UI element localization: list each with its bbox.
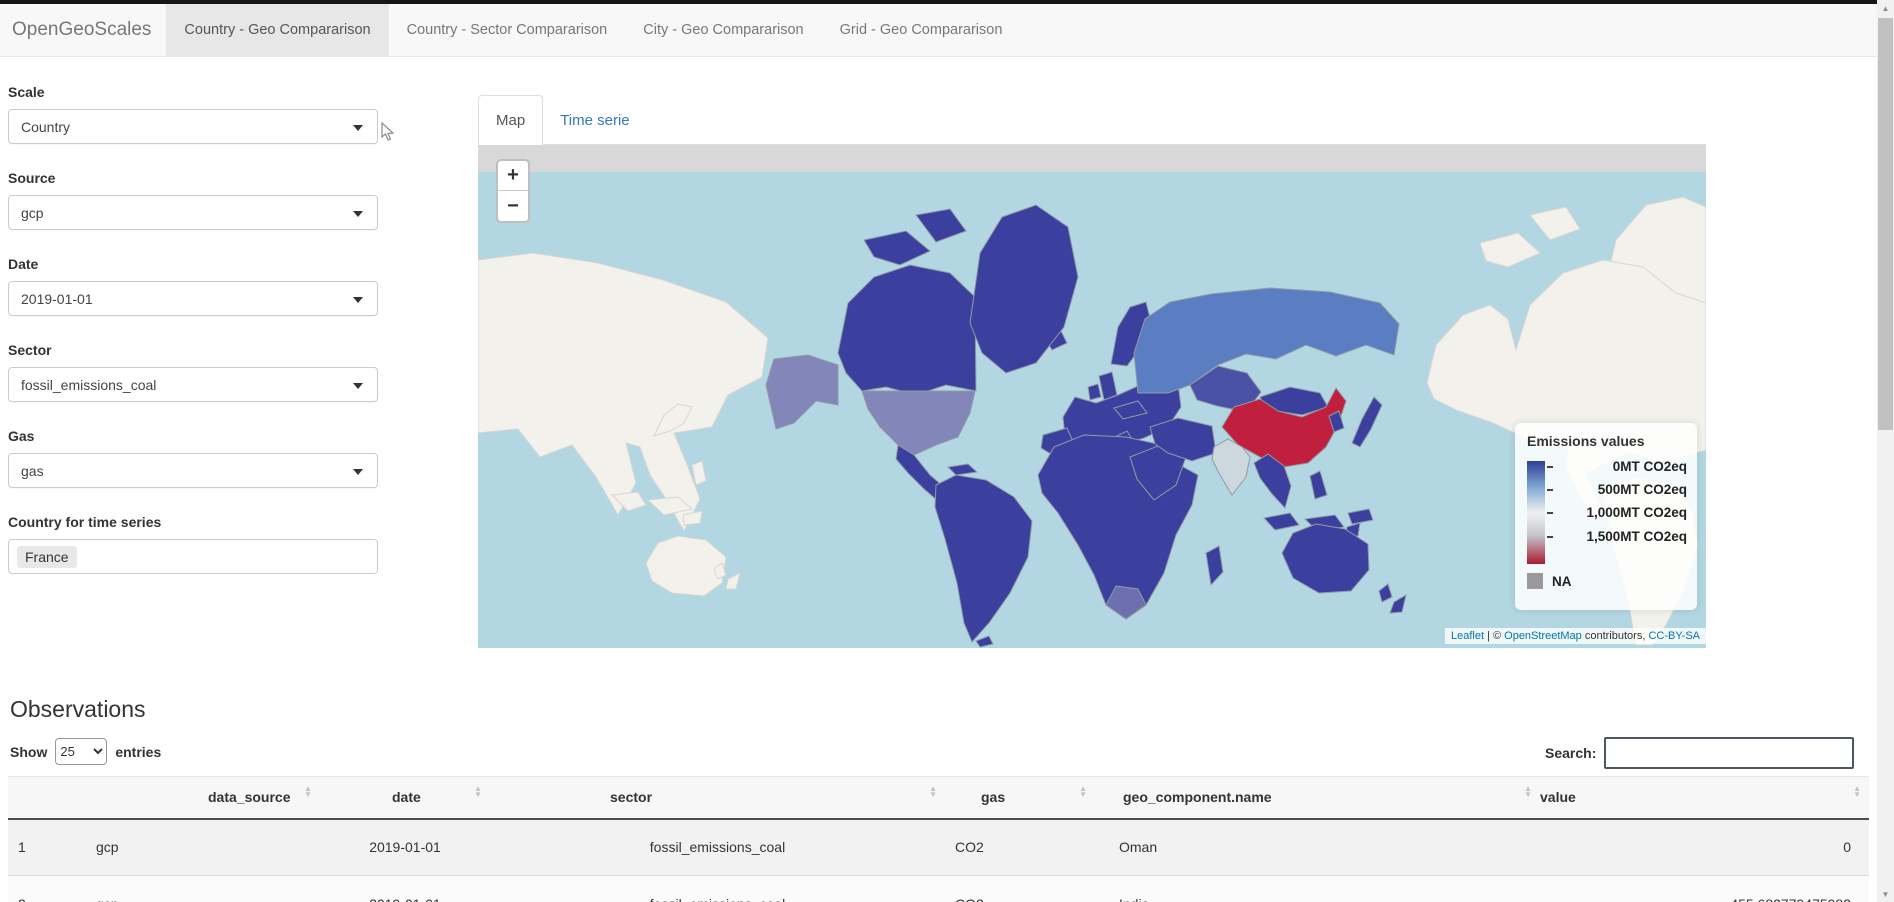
- country-timeseries-label: Country for time series: [8, 514, 380, 530]
- legend-label-0: 0MT CO2eq: [1557, 459, 1687, 474]
- date-select[interactable]: 2019-01-01: [8, 281, 378, 316]
- observations-table: data_source▲▼ date▲▼ sector▲▼ gas▲▼ geo_…: [8, 776, 1869, 902]
- col-header-index[interactable]: [8, 777, 88, 819]
- na-swatch: [1527, 573, 1543, 589]
- legend-label-1500: 1,500MT CO2eq: [1557, 529, 1687, 544]
- table-row[interactable]: 2 gcp 2019-01-01 fossil_emissions_coal C…: [8, 876, 1869, 902]
- map-country-ireland[interactable]: [1088, 384, 1101, 400]
- chevron-down-icon: [353, 125, 363, 131]
- sort-icon[interactable]: ▲▼: [304, 786, 312, 798]
- legend-tick: [1547, 466, 1553, 468]
- table-search: Search:: [1545, 737, 1854, 769]
- scale-select[interactable]: Country: [8, 109, 378, 144]
- map-attribution: Leaflet | © OpenStreetMap contributors, …: [1445, 628, 1706, 644]
- source-label: Source: [8, 170, 380, 186]
- map-skirt: [478, 145, 1706, 172]
- main-nav: Country - Geo Compararison Country - Sec…: [166, 4, 1020, 56]
- map-legend: Emissions values: [1515, 423, 1697, 610]
- osm-link[interactable]: OpenStreetMap: [1504, 630, 1582, 642]
- table-header-row: data_source▲▼ date▲▼ sector▲▼ gas▲▼ geo_…: [8, 777, 1869, 819]
- na-label: NA: [1552, 574, 1572, 589]
- map-zoom-control: + −: [496, 159, 530, 223]
- nav-tab-city-geo[interactable]: City - Geo Compararison: [625, 4, 821, 56]
- gas-label: Gas: [8, 428, 380, 444]
- app-brand: OpenGeoScales: [0, 4, 166, 56]
- scrollbar-up-arrow[interactable]: ▲: [1877, 0, 1894, 16]
- col-header-date[interactable]: date▲▼: [320, 777, 490, 819]
- col-header-value[interactable]: value▲▼: [1540, 777, 1869, 819]
- col-header-geo-component[interactable]: geo_component.name▲▼: [1095, 777, 1540, 819]
- show-label: Show: [10, 744, 47, 760]
- country-timeseries-input[interactable]: France: [8, 539, 378, 574]
- sort-icon[interactable]: ▲▼: [1079, 786, 1087, 798]
- legend-tick: [1547, 512, 1553, 514]
- observations-title: Observations: [10, 696, 146, 723]
- zoom-out-button[interactable]: −: [498, 191, 528, 221]
- chevron-down-icon: [353, 469, 363, 475]
- legend-label-1000: 1,000MT CO2eq: [1557, 505, 1687, 520]
- leaflet-link[interactable]: Leaflet: [1451, 630, 1484, 642]
- entries-label: entries: [115, 744, 161, 760]
- chevron-down-icon: [353, 211, 363, 217]
- country-token[interactable]: France: [17, 546, 77, 568]
- nav-tab-country-sector[interactable]: Country - Sector Compararison: [389, 4, 626, 56]
- source-select[interactable]: gcp: [8, 195, 378, 230]
- search-input[interactable]: [1604, 737, 1854, 769]
- license-link[interactable]: CC-BY-SA: [1648, 630, 1700, 642]
- page-length-control: Show 25 entries: [10, 738, 161, 765]
- sort-icon[interactable]: ▲▼: [474, 786, 482, 798]
- leaflet-map[interactable]: + − Emissions values: [478, 145, 1706, 648]
- mouse-cursor-icon: [380, 122, 396, 142]
- navbar: OpenGeoScales Country - Geo Compararison…: [0, 4, 1877, 57]
- legend-title: Emissions values: [1527, 433, 1687, 449]
- tab-time-serie[interactable]: Time serie: [543, 95, 646, 145]
- map-tabset: Map Time serie: [478, 95, 1706, 145]
- sort-icon[interactable]: ▲▼: [1524, 786, 1532, 798]
- table-row[interactable]: 1 gcp 2019-01-01 fossil_emissions_coal C…: [8, 819, 1869, 876]
- legend-tick: [1547, 536, 1553, 538]
- legend-label-500: 500MT CO2eq: [1557, 482, 1687, 497]
- sort-icon[interactable]: ▲▼: [929, 786, 937, 798]
- chevron-down-icon: [353, 383, 363, 389]
- legend-na-row: NA: [1527, 573, 1572, 589]
- sidebar: Scale Country Source gcp Date 2019-01-01…: [8, 84, 380, 600]
- gas-select[interactable]: gas: [8, 453, 378, 488]
- scale-label: Scale: [8, 84, 380, 100]
- col-header-gas[interactable]: gas▲▼: [945, 777, 1095, 819]
- col-header-sector[interactable]: sector▲▼: [490, 777, 945, 819]
- col-header-data-source[interactable]: data_source▲▼: [88, 777, 320, 819]
- page: OpenGeoScales Country - Geo Compararison…: [0, 0, 1894, 902]
- legend-tick: [1547, 489, 1553, 491]
- legend-gradient-bar: [1527, 461, 1545, 564]
- date-label: Date: [8, 256, 380, 272]
- scrollbar-down-arrow[interactable]: ▼: [1877, 886, 1894, 902]
- nav-tab-grid-geo[interactable]: Grid - Geo Compararison: [822, 4, 1021, 56]
- page-scrollbar[interactable]: ▲ ▼: [1877, 0, 1894, 902]
- sort-icon[interactable]: ▲▼: [1853, 786, 1861, 798]
- sector-label: Sector: [8, 342, 380, 358]
- sector-select[interactable]: fossil_emissions_coal: [8, 367, 378, 402]
- zoom-in-button[interactable]: +: [498, 161, 528, 191]
- page-length-select[interactable]: 25: [55, 738, 107, 765]
- scrollbar-thumb[interactable]: [1878, 18, 1893, 430]
- chevron-down-icon: [353, 297, 363, 303]
- legend-body: 0MT CO2eq 500MT CO2eq 1,000MT CO2eq 1,50…: [1527, 459, 1687, 569]
- tab-map[interactable]: Map: [478, 95, 543, 145]
- nav-tab-country-geo[interactable]: Country - Geo Compararison: [166, 4, 388, 56]
- search-label: Search:: [1545, 745, 1596, 761]
